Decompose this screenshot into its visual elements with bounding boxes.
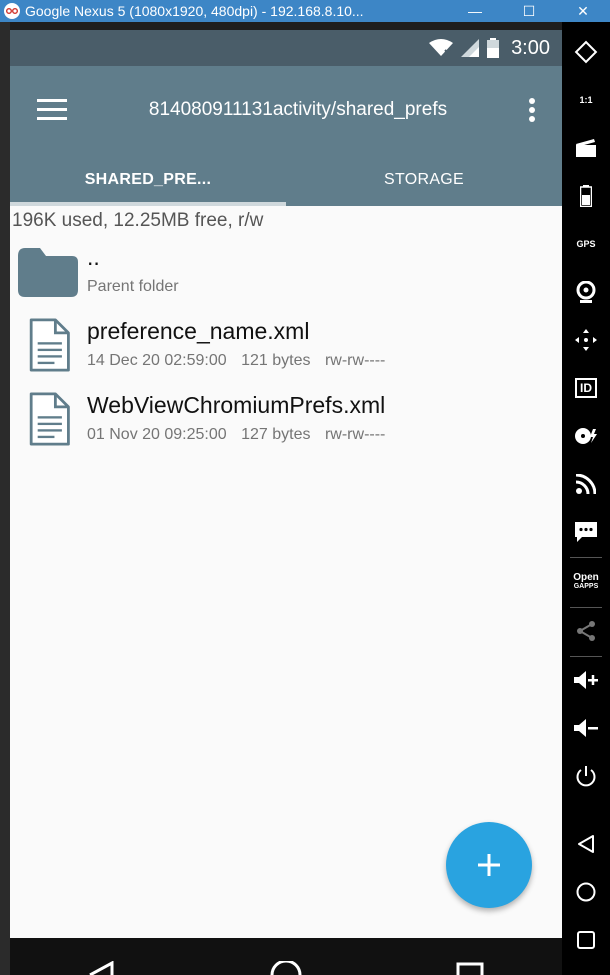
minimize-button[interactable]: —	[448, 3, 502, 19]
disk-flash-icon	[575, 428, 597, 444]
home-icon	[576, 882, 596, 902]
file-name: ..	[87, 244, 100, 270]
back-button[interactable]	[562, 824, 610, 864]
tab-storage[interactable]: STORAGE	[286, 154, 562, 206]
file-name: preference_name.xml	[87, 318, 310, 344]
clock: 3:00	[511, 36, 550, 59]
overflow-menu-button[interactable]	[508, 74, 556, 146]
pixel-perfect-button[interactable]: 1:1	[562, 80, 610, 120]
rotate-icon	[574, 40, 598, 64]
list-item-file[interactable]: WebViewChromiumPrefs.xml 01 Nov 20 09:25…	[10, 388, 562, 462]
file-name: WebViewChromiumPrefs.xml	[87, 392, 386, 418]
camera-button[interactable]	[562, 272, 610, 312]
sms-button[interactable]	[562, 512, 610, 552]
message-icon	[575, 522, 597, 542]
file-subtitle: Parent folder	[87, 278, 179, 295]
opengapps-button[interactable]: Open GAPPS	[562, 562, 610, 602]
network-button[interactable]	[562, 464, 610, 504]
file-size: 127 bytes	[241, 426, 311, 443]
android-nav-bar	[10, 938, 562, 975]
battery-icon	[580, 185, 592, 207]
back-nav-icon[interactable]	[82, 961, 122, 975]
status-bar: 3:00	[10, 30, 562, 66]
list-item-file[interactable]: preference_name.xml 14 Dec 20 02:59:00 1…	[10, 314, 562, 388]
signal-icon	[461, 39, 480, 57]
tab-shared-prefs[interactable]: SHARED_PRE...	[10, 154, 286, 206]
gps-button[interactable]: GPS	[562, 224, 610, 264]
emulator-toolbar: 1:1 GPS ID Open GAPPS	[562, 22, 610, 975]
file-list: .. Parent folder preference_name.xml 14 …	[10, 240, 562, 462]
dpad-icon	[575, 329, 597, 351]
rss-icon	[576, 474, 596, 494]
back-icon	[578, 835, 594, 853]
menu-button[interactable]	[16, 74, 88, 146]
phone-screen: 3:00 814080911131activity/shared_prefs S…	[10, 30, 562, 975]
window-title: Google Nexus 5 (1080x1920, 480dpi) - 192…	[25, 3, 364, 19]
id-icon: ID	[575, 378, 597, 398]
document-icon	[29, 392, 70, 446]
power-button[interactable]	[562, 756, 610, 796]
power-icon	[576, 766, 596, 787]
genymotion-icon	[4, 3, 20, 19]
window-titlebar: Google Nexus 5 (1080x1920, 480dpi) - 192…	[0, 0, 610, 22]
document-icon	[29, 318, 70, 372]
file-meta: 14 Dec 20 02:59:00 121 bytes rw-rw----	[87, 352, 395, 370]
app-toolbar: 814080911131activity/shared_prefs	[10, 66, 562, 154]
file-meta: 01 Nov 20 09:25:00 127 bytes rw-rw----	[87, 426, 395, 444]
file-date: 14 Dec 20 02:59:00	[87, 352, 227, 369]
add-fab-button[interactable]	[446, 822, 532, 908]
close-button[interactable]: ✕	[556, 3, 610, 20]
remote-control-button[interactable]	[562, 320, 610, 360]
current-path: 814080911131activity/shared_prefs	[148, 99, 448, 120]
scale-icon: 1:1	[579, 94, 593, 105]
clapperboard-icon	[576, 139, 596, 157]
battery-icon	[487, 38, 500, 58]
file-date: 01 Nov 20 09:25:00	[87, 426, 227, 443]
toolbar-divider	[570, 656, 602, 657]
file-permissions: rw-rw----	[324, 352, 386, 369]
volume-up-icon	[574, 671, 598, 689]
rotate-button[interactable]	[562, 32, 610, 72]
disk-io-button[interactable]	[562, 416, 610, 456]
device-id-button[interactable]: ID	[562, 368, 610, 408]
capture-button[interactable]	[562, 128, 610, 168]
opengapps-icon: Open GAPPS	[573, 572, 599, 591]
hamburger-icon	[37, 99, 67, 120]
share-button[interactable]	[562, 611, 610, 651]
home-button[interactable]	[562, 872, 610, 912]
wifi-icon	[429, 39, 454, 57]
maximize-button[interactable]: ☐	[502, 3, 556, 20]
home-nav-icon[interactable]	[266, 961, 306, 975]
recents-icon	[577, 931, 595, 949]
volume-down-button[interactable]	[562, 708, 610, 748]
share-icon	[577, 621, 595, 641]
file-size: 121 bytes	[241, 352, 311, 369]
toolbar-divider	[570, 557, 602, 558]
volume-down-icon	[574, 719, 598, 737]
file-permissions: rw-rw----	[324, 426, 386, 443]
gps-icon: GPS	[576, 238, 596, 249]
webcam-icon	[576, 281, 596, 303]
more-vert-icon	[529, 98, 535, 122]
tab-bar: SHARED_PRE... STORAGE	[10, 154, 562, 206]
list-item-parent-folder[interactable]: .. Parent folder	[10, 240, 562, 314]
volume-up-button[interactable]	[562, 660, 610, 700]
battery-button[interactable]	[562, 176, 610, 216]
plus-icon	[478, 854, 500, 876]
storage-usage: 196K used, 12.25MB free, r/w	[12, 210, 264, 231]
recents-nav-icon[interactable]	[450, 961, 490, 975]
folder-icon	[18, 248, 78, 297]
recent-apps-button[interactable]	[562, 920, 610, 960]
background-window-edge	[0, 22, 10, 975]
toolbar-divider	[570, 607, 602, 608]
